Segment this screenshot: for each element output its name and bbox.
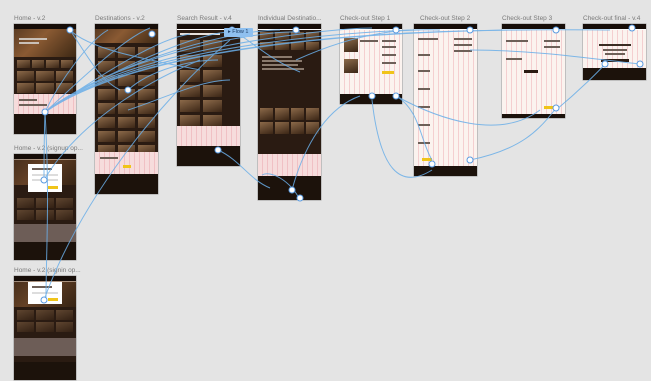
- hero-heading: [19, 38, 47, 40]
- frame-individual-destination[interactable]: [258, 24, 321, 200]
- similar-destinations: [260, 108, 319, 134]
- frame-label-checkout-step-2[interactable]: Check-out Step 2: [420, 15, 470, 22]
- footer: [14, 362, 76, 380]
- frame-label-home[interactable]: Home - v.2: [14, 15, 45, 22]
- category-strip: [17, 60, 73, 68]
- frame-checkout-step-1[interactable]: [340, 24, 402, 104]
- footer: [414, 166, 477, 176]
- frame-checkout-step-2[interactable]: [414, 24, 477, 176]
- footer: [502, 114, 565, 118]
- footer: [340, 94, 402, 104]
- frame-destinations[interactable]: [95, 24, 158, 194]
- continue-button[interactable]: [382, 71, 394, 74]
- frame-label-checkout-step-1[interactable]: Check-out Step 1: [340, 15, 390, 22]
- signup-modal[interactable]: [28, 164, 62, 192]
- destination-grid: [17, 198, 73, 220]
- frame-search-result[interactable]: [177, 24, 240, 166]
- continue-button[interactable]: [422, 158, 432, 161]
- frame-label-home-signup[interactable]: Home - v.2 (signup op...: [14, 145, 83, 152]
- booking-thumbnail: [344, 38, 358, 52]
- newsletter-section: [177, 126, 240, 146]
- confirm-button[interactable]: [544, 106, 558, 109]
- result-list: [180, 40, 222, 127]
- destination-grid: [17, 71, 73, 93]
- footer: [14, 242, 76, 260]
- signup-button[interactable]: [48, 186, 58, 189]
- hero-image: [95, 29, 158, 43]
- frame-home[interactable]: [14, 24, 76, 134]
- footer: [177, 146, 240, 166]
- newsletter-section: [14, 224, 76, 242]
- destination-grid: [17, 310, 73, 332]
- frame-label-checkout-step-3[interactable]: Check-out Step 3: [502, 15, 552, 22]
- frame-label-search-result[interactable]: Search Result - v.4: [177, 15, 232, 22]
- newsletter-section: [95, 152, 158, 174]
- flow-tag-label: Flow 1: [232, 29, 249, 35]
- frame-label-destinations[interactable]: Destinations - v.2: [95, 15, 145, 22]
- prototype-canvas[interactable]: Home - v.2 Destinations - v.2 Search Res…: [0, 0, 651, 381]
- newsletter-section: [14, 338, 76, 356]
- frame-checkout-final[interactable]: [583, 24, 646, 80]
- subscribe-button[interactable]: [123, 165, 131, 168]
- signin-modal[interactable]: [28, 282, 62, 304]
- footer: [95, 174, 158, 194]
- frame-checkout-step-3[interactable]: [502, 24, 565, 118]
- destination-grid: [98, 47, 155, 156]
- flow-start-tag[interactable]: ▸ Flow 1: [224, 28, 253, 37]
- hero-subheading: [19, 42, 39, 44]
- frame-home-signup[interactable]: [14, 154, 76, 260]
- signin-button[interactable]: [48, 298, 58, 301]
- newsletter-section: [258, 154, 321, 176]
- footer: [583, 68, 646, 80]
- photo-gallery: [260, 32, 319, 50]
- frame-label-checkout-final[interactable]: Check-out final - v.4: [583, 15, 640, 22]
- nav-bar: [258, 24, 321, 30]
- footer: [258, 176, 321, 200]
- frame-label-home-signin[interactable]: Home - v.2 (signin op...: [14, 267, 81, 274]
- frame-home-signin[interactable]: [14, 276, 76, 380]
- footer: [14, 114, 76, 134]
- frame-label-individual-destination[interactable]: Individual Destinatio...: [258, 15, 322, 22]
